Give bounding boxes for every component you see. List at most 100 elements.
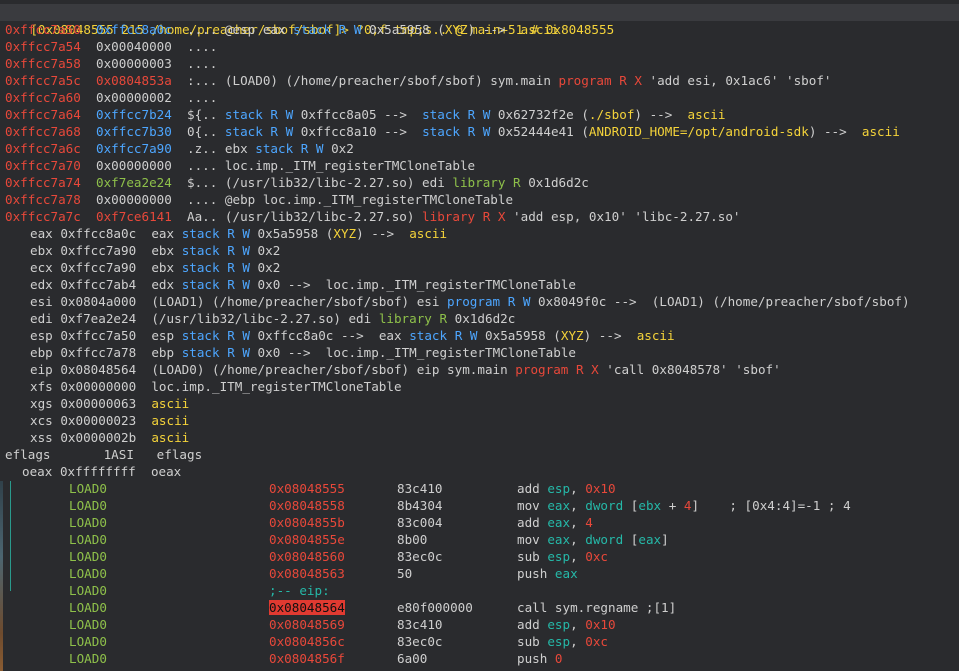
opcode-part: eax — [547, 498, 571, 513]
opcode-part: esp — [547, 481, 571, 496]
stack-desc-part — [293, 141, 301, 156]
stack-desc-part: 'add esp, 0x10' 'libc-2.27.so' — [505, 209, 741, 224]
register-desc-part: 0x2 — [249, 243, 281, 258]
stack-desc-part: ) --> — [467, 22, 521, 37]
stack-desc-part: stack — [422, 124, 460, 139]
stack-row: 0xffcc7a7c 0xf7ce6141 Aa.. (/usr/lib32/l… — [5, 208, 741, 225]
register-row: esp 0xffcc7a50 esp stack R W 0xffcc8a0c … — [30, 327, 675, 344]
stack-desc-part — [460, 107, 468, 122]
register-desc-part: ascii — [151, 413, 190, 428]
stack-desc-part: 0xffcc8a10 --> — [293, 124, 423, 139]
stack-desc-part — [460, 124, 468, 139]
stack-desc-part: $... (/usr/lib32/libc-2.27.so) edi — [171, 175, 453, 190]
register-desc-part: R W — [227, 345, 250, 360]
stack-desc-part: ascii — [520, 22, 559, 37]
register-desc-part: 0xffcc8a0c --> eax — [249, 328, 410, 343]
disasm-segment: LOAD0 — [69, 582, 107, 599]
stack-desc-part: library — [452, 175, 506, 190]
register-desc-part — [568, 362, 576, 377]
stack-value: 0xffcc7b30 — [96, 124, 172, 139]
terminal-window[interactable]: [0x08048555 215 /home/preacher/sbof/sbof… — [0, 0, 959, 671]
disasm-bytes-cell: 83c004 — [397, 514, 443, 531]
stack-desc-part: ) --> — [808, 124, 862, 139]
register-desc-part: 0x0 --> loc.imp._ITM_registerTMCloneTabl… — [249, 345, 576, 360]
stack-row: 0xffcc7a64 0xffcc7b24 ${.. stack R W 0xf… — [5, 106, 725, 123]
stack-desc-part: stack — [255, 141, 294, 156]
register-desc-part: esp — [151, 328, 182, 343]
stack-address: 0xffcc7a78 — [5, 192, 81, 207]
disasm-segment: LOAD0 — [69, 497, 107, 514]
segment-name: LOAD0 — [69, 600, 107, 615]
opcode-part: , — [570, 617, 586, 632]
stack-desc-part: .... @ebp loc.imp._ITM_registerTMCloneTa… — [171, 192, 514, 207]
disasm-opcode-cell: add esp, 0x10 — [517, 480, 616, 497]
segment-name: LOAD0 — [69, 498, 107, 513]
register-desc-part: 'call 0x8048578' 'sbof' — [598, 362, 781, 377]
stack-desc-part: R X — [482, 209, 506, 224]
disasm-segment: LOAD0 — [69, 599, 107, 616]
segment-name: LOAD0 — [69, 617, 107, 632]
register-desc-part: 0x0 --> loc.imp._ITM_registerTMCloneTabl… — [249, 277, 576, 292]
eflags-row: eflags 1ASI eflags — [5, 446, 202, 463]
instruction-address: 0x0804855e — [269, 532, 345, 547]
disasm-segment: LOAD0 — [69, 514, 107, 531]
opcode-part: mov — [517, 532, 548, 547]
opcode-part: , — [570, 481, 586, 496]
register-desc-part: R W — [227, 260, 250, 275]
register-row: xss 0x0000002b ascii — [30, 429, 189, 446]
eflags-value: 1ASI — [103, 447, 134, 462]
register-desc-part: stack — [181, 226, 220, 241]
register-value: 0x08048564 — [60, 362, 137, 377]
stack-desc-part: stack — [224, 107, 263, 122]
opcode-part: 0x10 — [585, 481, 616, 496]
segment-name: LOAD0 — [69, 651, 107, 666]
opcode-part: push — [517, 566, 555, 581]
stack-desc-part: 'add esi, 0x1ac6' 'sbof' — [641, 73, 832, 88]
stack-desc-part: R W — [338, 22, 362, 37]
register-desc-part: 0x5a5958 ( — [249, 226, 334, 241]
command-prompt[interactable]: [0x08048555 215 /home/preacher/sbof/sbof… — [0, 4, 959, 37]
stack-desc-part: 0x52444e41 ( — [490, 124, 589, 139]
disasm-segment: LOAD0 — [69, 531, 107, 548]
stack-desc-part: stack — [224, 124, 263, 139]
instruction-bytes: 83ec0c — [397, 634, 443, 649]
stack-value: 0xf7ce6141 — [96, 209, 172, 224]
segment-name: LOAD0 — [69, 481, 107, 496]
stack-value: 0x00040000 — [96, 39, 172, 54]
disasm-segment: LOAD0 — [69, 616, 107, 633]
stack-address: 0xffcc7a68 — [5, 124, 81, 139]
stack-value: 0x00000003 — [96, 56, 172, 71]
opcode-part: dword — [585, 532, 624, 547]
disasm-opcode-cell: sub esp, 0xc — [517, 548, 608, 565]
instruction-bytes: 8b00 — [397, 532, 428, 547]
stack-desc-part: .z.. ebx — [171, 141, 256, 156]
register-desc-part: XYZ — [560, 328, 584, 343]
register-row: xfs 0x00000000 loc.imp._ITM_registerTMCl… — [30, 378, 402, 395]
opcode-part: eax — [547, 532, 571, 547]
register-row: eax 0xffcc8a0c eax stack R W 0x5a5958 (X… — [30, 225, 447, 242]
opcode-part: , — [570, 515, 586, 530]
instruction-bytes: 83ec0c — [397, 549, 443, 564]
disasm-bytes-cell: 83c410 — [397, 616, 443, 633]
register-desc-part: ebx — [151, 243, 182, 258]
register-desc-part: (LOAD0) (/home/preacher/sbof/sbof) eip s… — [151, 362, 516, 377]
disasm-opcode-cell: mov eax, dword [eax] — [517, 531, 669, 548]
disasm-segment: LOAD0 — [69, 480, 107, 497]
register-name: esp — [30, 328, 53, 343]
instruction-address: 0x08048569 — [269, 617, 345, 632]
instruction-address: 0x08048558 — [269, 498, 345, 513]
disasm-bytes-cell: 83c410 — [397, 480, 443, 497]
disasm-segment: LOAD0 — [69, 565, 107, 582]
stack-desc-part: 0x2 — [323, 141, 354, 156]
stack-address: 0xffcc7a74 — [5, 175, 81, 190]
stack-desc-part: 0x5a5958 ( — [361, 22, 445, 37]
disasm-bytes-cell: 83ec0c — [397, 633, 443, 650]
register-desc-part: ascii — [636, 328, 675, 343]
